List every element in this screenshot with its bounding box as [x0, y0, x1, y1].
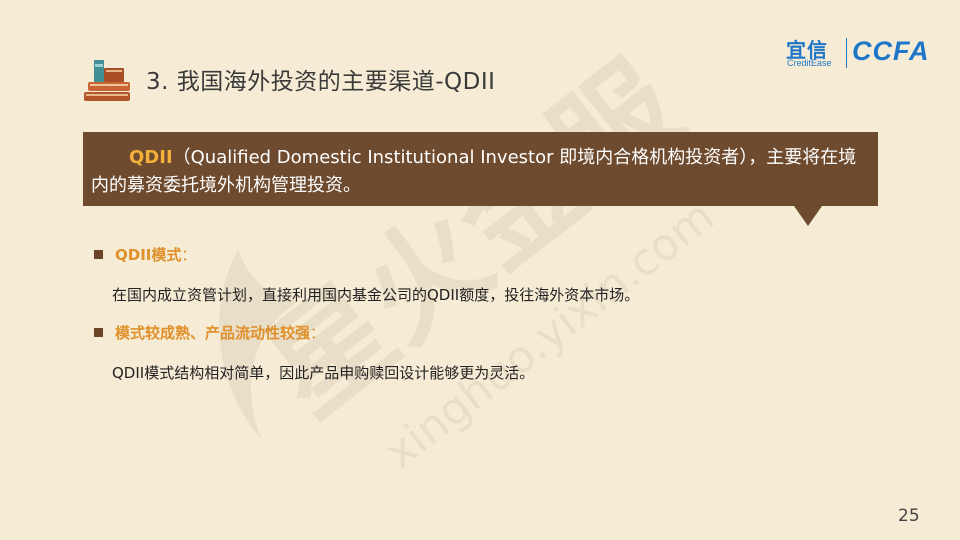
callout-tail	[794, 206, 822, 226]
callout-body: （Qualified Domestic Institutional Invest…	[91, 147, 857, 196]
watermark-logo-icon	[219, 250, 300, 440]
callout-highlight: QDII	[129, 147, 173, 168]
section-heading: QDII模式	[115, 246, 182, 264]
logo-credit-ease: CreditEase	[787, 58, 832, 68]
brand-logo: 宜信 CreditEase CCFA	[786, 34, 936, 70]
books-icon	[84, 60, 130, 101]
section-body: QDII模式结构相对简单，因此产品申购赎回设计能够更为灵活。	[112, 364, 535, 382]
page-number: 25	[898, 506, 920, 526]
callout-text: QDII（Qualified Domestic Institutional In…	[91, 144, 871, 200]
section-mature-mode: 模式较成熟、产品流动性较强：	[94, 322, 325, 343]
definition-callout: QDII（Qualified Domestic Institutional In…	[83, 132, 878, 206]
section-colon: ：	[181, 246, 197, 264]
section-qdii-mode: QDII模式：	[94, 244, 196, 265]
logo-ccfa: CCFA	[852, 36, 930, 66]
section-body: 在国内成立资管计划，直接利用国内基金公司的QDII额度，投往海外资本市场。	[112, 286, 640, 304]
bullet-square-icon	[94, 328, 103, 337]
section-colon: ：	[310, 324, 326, 342]
logo-divider	[846, 38, 847, 68]
page-title: 3. 我国海外投资的主要渠道-QDII	[146, 69, 496, 95]
bullet-square-icon	[94, 250, 103, 259]
slide: 星火金服 xinghuo.yixin.com 3. 我国海外投资的主要渠道-QD…	[0, 0, 960, 540]
section-heading: 模式较成熟、产品流动性较强	[115, 324, 311, 342]
watermark-text-url: xinghuo.yixin.com	[375, 191, 723, 479]
